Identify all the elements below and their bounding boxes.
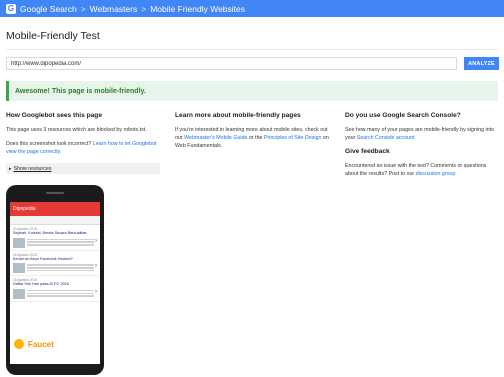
list-item: 18 Agustus 2016 Kenali ciri Akun Faceboo… xyxy=(10,251,100,277)
chevron-right-icon: › xyxy=(95,288,97,295)
breadcrumb-webmasters[interactable]: Webmasters xyxy=(90,4,138,14)
list-item: 20 Agustus 2016 Sejarah, Koleksi, Benda … xyxy=(10,225,100,251)
post-thumbnail xyxy=(13,263,25,274)
post-title: Daftar Sim Hari pada Di PC 2016 xyxy=(13,282,69,287)
discussion-group-link[interactable]: discussion group xyxy=(416,171,456,177)
coin-icon xyxy=(14,339,24,349)
search-console-link[interactable]: Search Console account xyxy=(357,135,415,141)
post-thumbnail xyxy=(13,237,25,248)
googlebot-view-section: How Googlebot sees this page This page u… xyxy=(6,112,161,162)
breadcrumb-google-search[interactable]: Google Search xyxy=(20,4,77,14)
post-excerpt xyxy=(27,238,94,247)
learn-more-text-b: or the xyxy=(248,135,263,141)
triangle-right-icon: ▸ xyxy=(9,165,12,172)
post-body: › xyxy=(13,288,97,299)
screenshot-help-text: Does this screenshot look incorrect? Lea… xyxy=(6,140,161,156)
site-name: Dipopedia xyxy=(13,206,36,212)
post-body: › xyxy=(13,237,97,248)
title-divider xyxy=(6,49,498,50)
learn-more-text: If you're interested in learning more ab… xyxy=(175,126,335,150)
faucet-banner: Faucet xyxy=(28,340,54,349)
blocked-resources-text: This page uses 3 resources which are blo… xyxy=(6,127,147,133)
breadcrumb-mobile-friendly[interactable]: Mobile Friendly Websites xyxy=(150,4,245,14)
search-console-heading: Do you use Google Search Console? xyxy=(345,112,461,119)
site-header: Dipopedia xyxy=(10,202,100,216)
post-title: Kenali ciri Akun Facebook Hacked? xyxy=(13,256,73,261)
post-thumbnail xyxy=(13,288,25,299)
post-title: Sejarah, Koleksi, Benda Secara Berkualit… xyxy=(13,231,87,235)
phone-screen: Dipopedia 20 Agustus 2016 Sejarah, Kolek… xyxy=(10,202,100,364)
result-banner: Awesome! This page is mobile-friendly. xyxy=(6,81,498,101)
result-message: Awesome! This page is mobile-friendly. xyxy=(15,87,146,95)
site-search-bar xyxy=(10,216,100,225)
learn-more-heading: Learn more about mobile-friendly pages xyxy=(175,112,301,119)
show-resources-toggle[interactable]: ▸ Show resources xyxy=(6,163,160,174)
feedback-text: Encountered an issue with the test? Comm… xyxy=(345,162,497,178)
top-nav-bar: G Google Search > Webmasters > Mobile Fr… xyxy=(0,0,504,17)
mobile-guide-link[interactable]: Webmaster's Mobile Guide xyxy=(184,135,247,141)
google-logo-icon[interactable]: G xyxy=(6,3,16,14)
post-excerpt xyxy=(27,289,94,298)
page-title: Mobile-Friendly Test xyxy=(6,30,100,42)
chevron-right-icon: › xyxy=(95,237,97,244)
list-item: 16 Agustus 2016 Daftar Sim Hari pada Di … xyxy=(10,276,100,302)
analyze-button[interactable]: ANALYZE xyxy=(464,57,499,70)
show-resources-label: Show resources xyxy=(13,165,52,172)
screenshot-question: Does this screenshot look incorrect? xyxy=(6,141,92,147)
phone-screenshot: Dipopedia 20 Agustus 2016 Sejarah, Kolek… xyxy=(6,185,104,375)
chevron-right-icon: › xyxy=(95,263,97,270)
search-console-section: Do you use Google Search Console? See ho… xyxy=(345,112,497,184)
post-excerpt xyxy=(27,263,94,272)
breadcrumb-separator: > xyxy=(141,3,147,14)
breadcrumb-separator: > xyxy=(80,3,86,14)
search-console-text: See how many of your pages are mobile-fr… xyxy=(345,126,497,142)
feedback-heading: Give feedback xyxy=(345,148,390,155)
learn-more-section: Learn more about mobile-friendly pages I… xyxy=(175,112,335,156)
url-input[interactable] xyxy=(6,57,457,70)
googlebot-heading: How Googlebot sees this page xyxy=(6,112,102,119)
post-body: › xyxy=(13,263,97,274)
site-design-link[interactable]: Principles of Site Design xyxy=(264,135,321,141)
phone-speaker xyxy=(46,192,64,194)
